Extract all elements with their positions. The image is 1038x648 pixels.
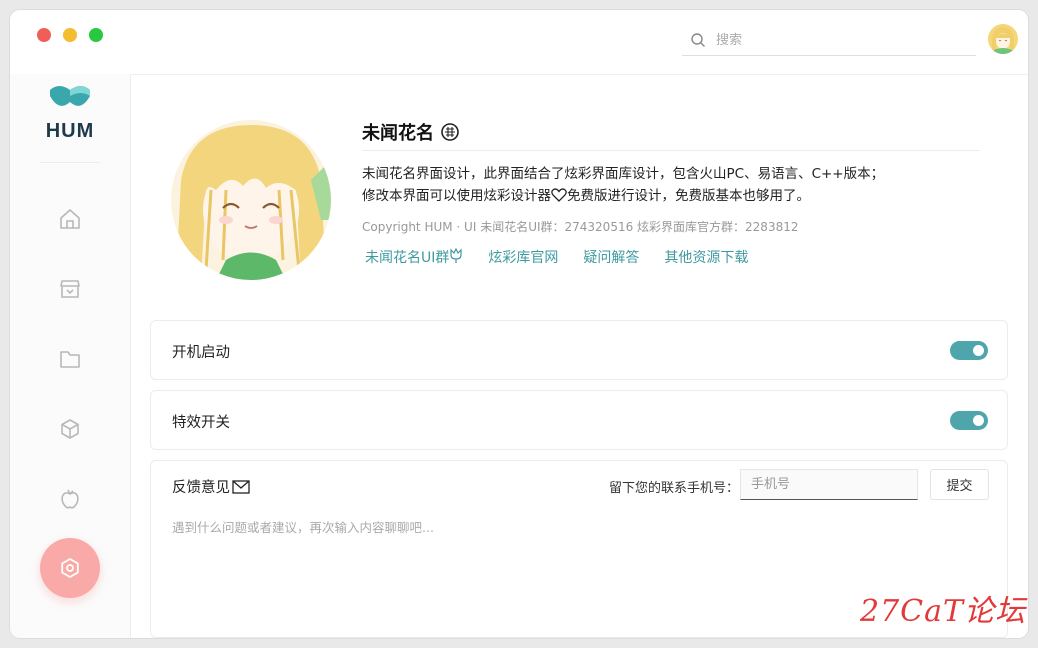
sidebar-item-apple[interactable] <box>50 479 90 519</box>
feedback-title-text: 反馈意见 <box>172 480 230 496</box>
sidebar: HUM <box>10 74 131 638</box>
description-line-2-part-1: 修改本界面可以使用炫彩设计器 <box>362 188 551 204</box>
search-box[interactable] <box>682 25 976 56</box>
link-resource-download[interactable]: 其他资源下载 <box>664 247 748 267</box>
sidebar-item-settings[interactable] <box>40 538 100 598</box>
search-input[interactable] <box>714 31 958 49</box>
link-ui-group[interactable]: 未闻花名UI群 <box>365 247 463 267</box>
profile-name-text: 未闻花名 <box>362 123 434 144</box>
heart-icon <box>551 188 567 202</box>
store-icon <box>60 280 80 298</box>
maximize-window-button[interactable] <box>89 28 103 42</box>
brand-divider <box>40 162 100 163</box>
effects-toggle[interactable] <box>950 411 988 430</box>
effects-row: 特效开关 <box>150 390 1008 450</box>
description-line-1: 未闻花名界面设计，此界面结合了炫彩界面库设计，包含火山PC、易语言、C++版本； <box>362 166 885 182</box>
link-faq[interactable]: 疑问解答 <box>583 247 639 267</box>
tulip-icon <box>450 247 462 263</box>
submit-button[interactable]: 提交 <box>930 469 989 500</box>
autostart-label: 开机启动 <box>172 345 230 361</box>
link-ui-group-label: 未闻花名UI群 <box>365 250 450 266</box>
mail-icon <box>232 479 250 494</box>
profile-portrait <box>171 120 331 280</box>
phone-input[interactable] <box>740 469 918 500</box>
watermark: 27CaT论坛 <box>860 594 1027 629</box>
sidebar-item-folder[interactable] <box>50 339 90 379</box>
settings-icon <box>61 558 79 578</box>
autostart-row: 开机启动 <box>150 320 1008 380</box>
cube-icon <box>61 419 79 439</box>
apple-icon <box>61 489 79 509</box>
copyright-text: Copyright HUM · UI 未闻花名UI群：274320516 炫彩界… <box>362 220 799 234</box>
profile-name: 未闻花名 <box>362 119 460 145</box>
brand-name: HUM <box>45 120 95 142</box>
effects-label: 特效开关 <box>172 415 230 431</box>
description-line-2-part-2: 免费版进行设计，免费版基本也够用了。 <box>567 188 810 204</box>
close-window-button[interactable] <box>37 28 51 42</box>
badge-icon <box>441 123 459 141</box>
phone-label: 留下您的联系手机号： <box>609 481 740 496</box>
autostart-toggle[interactable] <box>950 341 988 360</box>
user-avatar[interactable] <box>988 24 1018 54</box>
hum-logo-icon <box>50 86 90 106</box>
sidebar-item-box[interactable] <box>50 409 90 449</box>
description-line-2: 修改本界面可以使用炫彩设计器 免费版进行设计，免费版基本也够用了。 <box>362 185 982 207</box>
sidebar-item-store[interactable] <box>50 269 90 309</box>
profile-links: 未闻花名UI群 炫彩库官网 疑问解答 其他资源下载 <box>365 247 773 267</box>
minimize-window-button[interactable] <box>63 28 77 42</box>
main-content: 未闻花名 未闻花名界面设计，此界面结合了炫彩界面库设计，包含火山PC、易语言、C… <box>131 75 1028 638</box>
folder-icon <box>60 351 80 368</box>
titlebar <box>10 10 1028 75</box>
sidebar-item-home[interactable] <box>50 199 90 239</box>
app-window: HUM <box>10 10 1028 638</box>
profile-description: 未闻花名界面设计，此界面结合了炫彩界面库设计，包含火山PC、易语言、C++版本；… <box>362 163 982 207</box>
home-icon <box>60 209 80 229</box>
profile-divider <box>362 150 980 151</box>
feedback-title: 反馈意见 <box>172 476 250 497</box>
search-icon <box>691 33 705 47</box>
link-official-site[interactable]: 炫彩库官网 <box>488 247 558 267</box>
